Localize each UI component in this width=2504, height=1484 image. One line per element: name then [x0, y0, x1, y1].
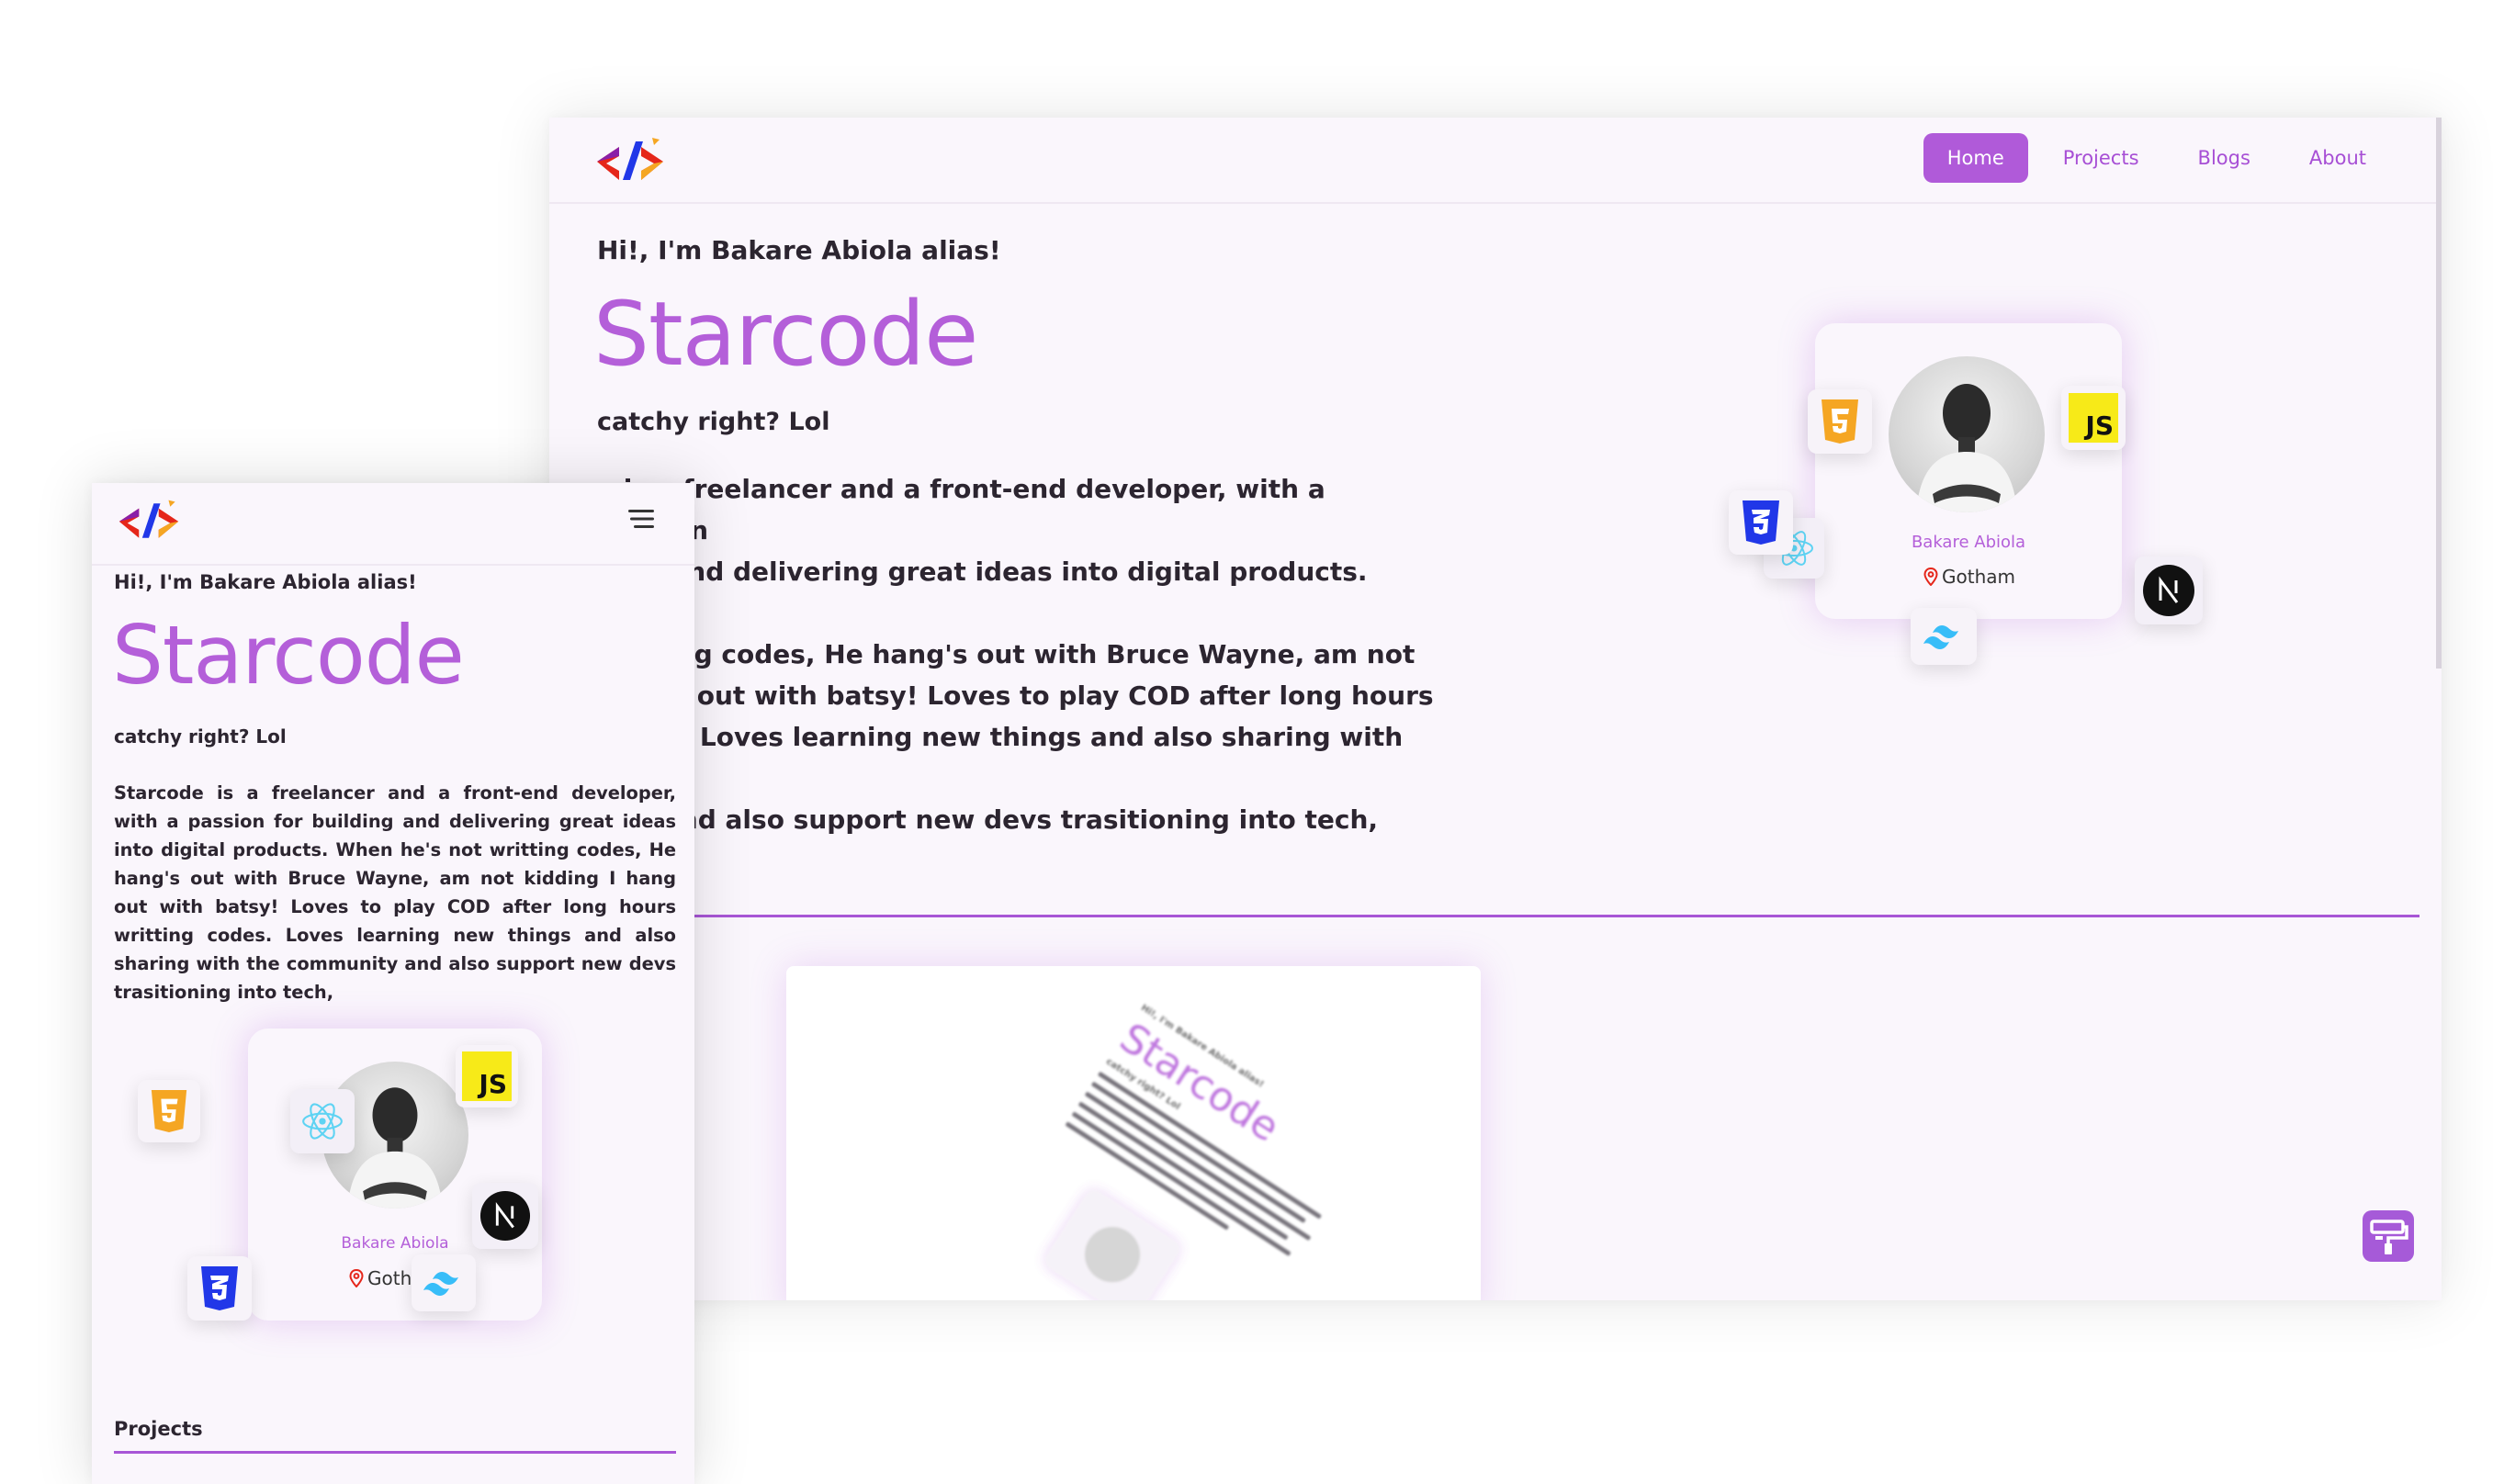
react-shape: [302, 1103, 343, 1140]
section-divider: [114, 1451, 676, 1454]
card-location-text: Goth: [367, 1267, 412, 1289]
hero-greeting: Hi!, I'm Bakare Abiola alias!: [114, 571, 417, 593]
desktop-window: Home Projects Blogs About Hi!, I'm Bakar…: [549, 118, 2442, 1300]
html5-shape: [151, 1090, 187, 1132]
avatar-portrait: [1916, 384, 2017, 512]
card-location: Gotham: [1923, 566, 2015, 588]
nav-blogs[interactable]: Blogs: [2174, 133, 2274, 183]
hero-title: Starcode: [112, 608, 465, 703]
html5-icon: [1808, 389, 1872, 454]
profile-card: Bakare Abiola Gotham: [1815, 323, 2122, 619]
react-icon: [290, 1089, 355, 1153]
nav-about[interactable]: About: [2285, 133, 2390, 183]
nextjs-icon: [2135, 556, 2203, 624]
card-name: Bakare Abiola: [1911, 533, 2026, 552]
card-location-text: Gotham: [1942, 566, 2015, 588]
card-location: Goth: [349, 1267, 412, 1289]
css3-icon: [187, 1256, 252, 1321]
nextjs-icon: [472, 1183, 538, 1249]
nav-home[interactable]: Home: [1923, 133, 2028, 183]
css3-shape: [201, 1266, 238, 1310]
mobile-navbar: [92, 483, 694, 566]
projects-heading: Projects: [114, 1418, 203, 1440]
paint-roller-shape: [2370, 1220, 2408, 1254]
project-preview-screenshot: Hi!, I'm Bakare Abiola alias! Starcode c…: [885, 1003, 1376, 1300]
javascript-icon: JS: [2061, 386, 2126, 450]
hamburger-menu-icon[interactable]: [628, 509, 654, 529]
nextjs-shape: [479, 1190, 531, 1242]
hero-description-line: writting codes, He hang's out with Bruce…: [597, 639, 1416, 669]
hero-description: e is a freelancer and a front-end develo…: [597, 468, 1442, 840]
desktop-navbar: Home Projects Blogs About: [549, 118, 2442, 204]
hero-description-line: I hang out with batsy! Loves to play COD…: [597, 680, 1434, 711]
project-preview-card[interactable]: Hi!, I'm Bakare Abiola alias! Starcode c…: [786, 966, 1481, 1300]
tailwind-shape: [1923, 625, 1958, 649]
hero-description-line: codes. Loves learning new things and als…: [597, 722, 1404, 793]
hero-description-line: nity and also support new devs trasition…: [597, 804, 1379, 835]
code-brackets-logo[interactable]: [595, 134, 665, 187]
location-pin-icon: [1923, 568, 1938, 586]
js-badge: JS: [2069, 393, 2118, 443]
tailwind-icon: [412, 1254, 476, 1311]
hero-tagline: catchy right? Lol: [597, 408, 830, 436]
hero-tagline: catchy right? Lol: [114, 725, 287, 748]
js-badge: JS: [462, 1051, 512, 1101]
location-pin-icon: [349, 1269, 364, 1287]
nav-projects[interactable]: Projects: [2039, 133, 2163, 183]
hero-description-line: e is a freelancer and a front-end develo…: [597, 474, 1325, 545]
css3-icon: [1729, 490, 1793, 555]
desktop-nav-menu: Home Projects Blogs About: [1923, 133, 2390, 183]
tailwind-shape: [423, 1272, 458, 1296]
hero-greeting: Hi!, I'm Bakare Abiola alias!: [597, 235, 1001, 265]
javascript-icon: JS: [456, 1045, 518, 1107]
html5-shape: [1822, 399, 1858, 444]
avatar: [1889, 356, 2045, 512]
mobile-window: Hi!, I'm Bakare Abiola alias! Starcode c…: [92, 483, 694, 1484]
html5-icon: [138, 1080, 200, 1142]
nextjs-shape: [2143, 565, 2194, 616]
tailwind-icon: [1911, 608, 1977, 665]
hero-description-line: ding and delivering great ideas into dig…: [597, 556, 1368, 628]
preview-profile-card: [1041, 1186, 1184, 1300]
preview-avatar: [1074, 1216, 1151, 1293]
paint-roller-icon[interactable]: [2363, 1210, 2414, 1262]
css3-shape: [1743, 500, 1779, 545]
section-divider: [595, 915, 2419, 917]
hero-title: Starcode: [593, 283, 978, 386]
hero-description: Starcode is a freelancer and a front-end…: [114, 782, 676, 1003]
code-brackets-logo[interactable]: [118, 496, 180, 545]
scrollbar[interactable]: [2436, 118, 2442, 669]
